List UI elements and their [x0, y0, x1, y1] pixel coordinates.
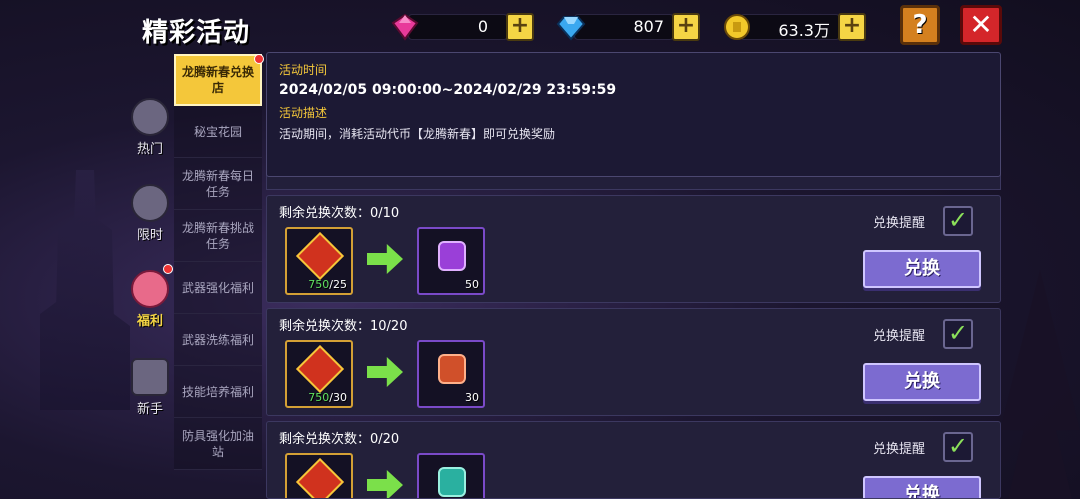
- subtab-armor-enhance[interactable]: 防具强化加油站: [174, 418, 262, 470]
- pink-gem-icon: [391, 13, 419, 41]
- ghost-icon: [131, 98, 169, 136]
- close-button[interactable]: ✕: [960, 5, 1002, 45]
- arrow-right-icon: [367, 470, 403, 498]
- notification-dot: [163, 264, 173, 274]
- reward-item-slot[interactable]: 30: [417, 340, 485, 408]
- category-newbie[interactable]: 新手: [128, 358, 172, 417]
- exchange-reminder-label: 兑换提醒: [873, 442, 926, 457]
- exchange-row: 剩余兑换次数：0/20 兑换提醒 ✓ 兑换: [266, 421, 1001, 499]
- purple-gem-icon: [438, 241, 466, 271]
- blue-diamond-icon: [556, 16, 586, 41]
- exchange-reminder-label: 兑换提醒: [873, 329, 926, 344]
- category-hot[interactable]: 热门: [128, 98, 172, 157]
- subtab-skill-training[interactable]: 技能培养福利: [174, 366, 262, 418]
- add-blue-gem-button[interactable]: +: [672, 13, 700, 41]
- pink-gem-currency: 0 +: [390, 13, 535, 41]
- subtab-daily-tasks[interactable]: 龙腾新春每日任务: [174, 158, 262, 210]
- background-castle: [40, 170, 130, 410]
- event-time-label: 活动时间: [279, 63, 328, 77]
- orange-gem-icon: [438, 354, 466, 384]
- subtab-notification-dot: [254, 54, 264, 64]
- subtab-list: 龙腾新春兑换店 秘宝花园 龙腾新春每日任务 龙腾新春挑战任务 武器强化福利 武器…: [174, 54, 264, 470]
- pink-gem-value: 0: [477, 17, 488, 36]
- reminder-checkbox[interactable]: ✓: [943, 206, 973, 236]
- reminder-checkbox[interactable]: ✓: [943, 319, 973, 349]
- reward-quantity: 30: [465, 391, 479, 404]
- cost-item-slot[interactable]: 750/30: [285, 340, 353, 408]
- blue-gem-value: 807: [633, 17, 664, 36]
- dragon-token-icon: [295, 231, 345, 281]
- cost-count: 750/30: [308, 391, 347, 404]
- subtab-dragon-shop[interactable]: 龙腾新春兑换店: [174, 54, 262, 106]
- background-tree: [1000, 270, 1080, 499]
- teal-gem-icon: [438, 467, 466, 497]
- add-pink-gem-button[interactable]: +: [506, 13, 534, 41]
- dragon-token-icon: [295, 457, 345, 498]
- clock-icon: [131, 184, 169, 222]
- subtab-weapon-enhance[interactable]: 武器强化福利: [174, 262, 262, 314]
- cost-item-slot[interactable]: [285, 453, 353, 498]
- category-limited[interactable]: 限时: [128, 184, 172, 243]
- help-button[interactable]: ?: [900, 5, 940, 45]
- exchange-row: 剩余兑换次数：10/20 750/30 30 兑换提醒 ✓ 兑换: [266, 308, 1001, 416]
- dragon-token-icon: [295, 344, 345, 394]
- helmet-icon: [131, 358, 169, 396]
- exchange-button[interactable]: 兑换: [863, 476, 981, 498]
- reward-item-slot[interactable]: [417, 453, 485, 498]
- event-time-value: 2024/02/05 09:00:00~2024/02/29 23:59:59: [279, 82, 617, 98]
- remaining-count: 剩余兑换次数：0/10: [279, 206, 400, 221]
- blue-gem-currency: 807 +: [556, 13, 701, 41]
- reminder-checkbox[interactable]: ✓: [943, 432, 973, 462]
- subtab-weapon-refine[interactable]: 武器洗练福利: [174, 314, 262, 366]
- exchange-row: 剩余兑换次数：0/10 750/25 50 兑换提醒 ✓ 兑换: [266, 195, 1001, 303]
- event-desc-label: 活动描述: [279, 106, 328, 120]
- category-welfare[interactable]: 福利: [128, 270, 172, 329]
- reward-quantity: 50: [465, 278, 479, 291]
- arrow-right-icon: [367, 244, 403, 274]
- reward-item-slot[interactable]: 50: [417, 227, 485, 295]
- remaining-count: 剩余兑换次数：0/20: [279, 432, 400, 447]
- gift-bag-icon: [131, 270, 169, 308]
- gold-value: 63.3万: [778, 21, 830, 40]
- cost-item-slot[interactable]: 750/25: [285, 227, 353, 295]
- arrow-right-icon: [367, 357, 403, 387]
- gold-currency: 63.3万 +: [722, 13, 867, 41]
- add-gold-button[interactable]: +: [838, 13, 866, 41]
- exchange-button[interactable]: 兑换: [863, 363, 981, 401]
- subtab-treasure-garden[interactable]: 秘宝花园: [174, 106, 262, 158]
- event-desc-value: 活动期间，消耗活动代币【龙腾新春】即可兑换奖励: [279, 127, 556, 141]
- subtab-challenge-tasks[interactable]: 龙腾新春挑战任务: [174, 210, 262, 262]
- gold-coin-icon: [724, 14, 750, 40]
- exchange-button[interactable]: 兑换: [863, 250, 981, 288]
- remaining-count: 剩余兑换次数：10/20: [279, 319, 408, 334]
- cost-count: 750/25: [308, 278, 347, 291]
- exchange-reminder-label: 兑换提醒: [873, 216, 926, 231]
- event-info-panel: 活动时间 2024/02/05 09:00:00~2024/02/29 23:5…: [266, 52, 1001, 177]
- page-title: 精彩活动: [142, 18, 251, 48]
